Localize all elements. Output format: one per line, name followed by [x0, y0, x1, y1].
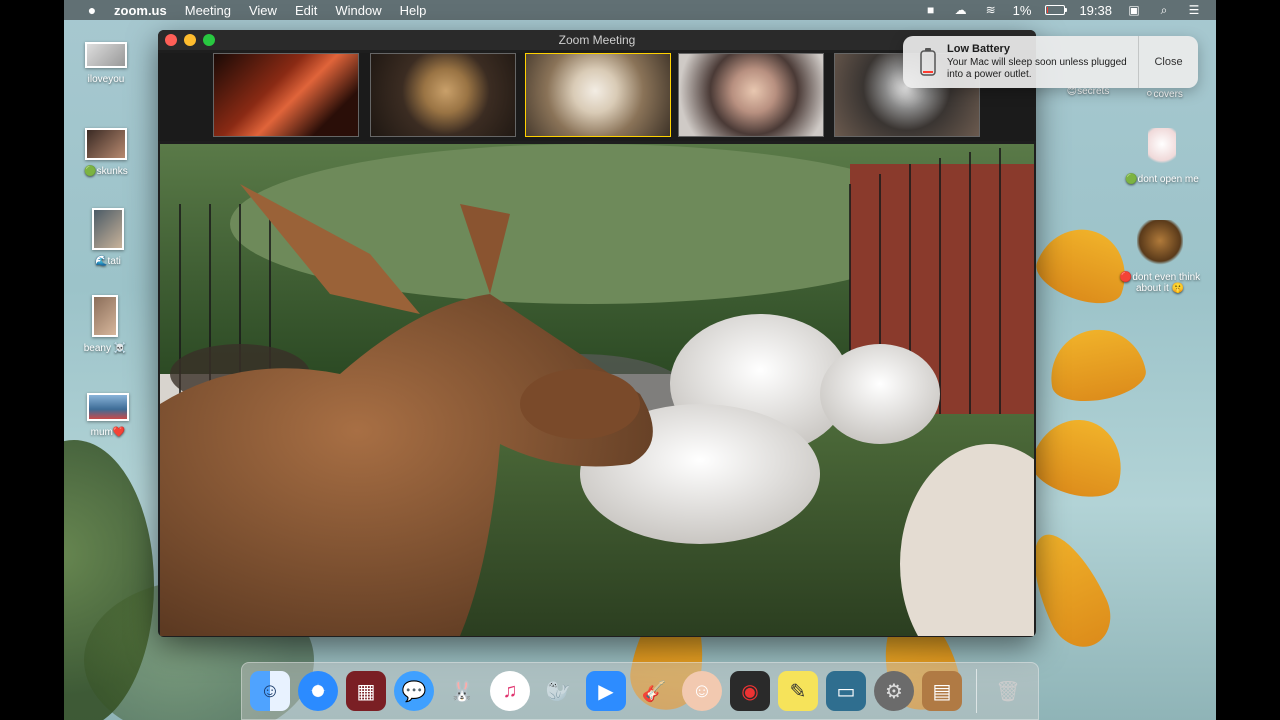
low-battery-icon — [913, 48, 943, 76]
messages-icon[interactable]: 💬 — [394, 671, 434, 711]
desktop-icon-mum[interactable]: mum❤️ — [66, 393, 150, 438]
photo-booth-mirror-icon[interactable]: ◉ — [730, 671, 770, 711]
control-list-icon[interactable]: ☰ — [1186, 3, 1202, 17]
participant-woman-tile[interactable] — [678, 53, 824, 137]
desktop-icon-label: dont open me — [1137, 174, 1199, 185]
desktop-icon-dont-open-me[interactable]: 🟢dont open me — [1120, 128, 1204, 185]
garageband-icon[interactable]: 🎸 — [634, 671, 674, 711]
window-zoom-button[interactable] — [203, 34, 215, 46]
photo-booth-icon[interactable]: ▦ — [346, 671, 386, 711]
stickies-icon[interactable]: ✎ — [778, 671, 818, 711]
battery-level-fill — [1047, 7, 1049, 13]
video-frame-dogs-playing — [160, 144, 1034, 636]
letterbox-left — [0, 0, 64, 720]
desktop-icon-label: covers — [1153, 89, 1183, 100]
sunflower-petal — [1043, 322, 1150, 408]
menu-help[interactable]: Help — [400, 3, 427, 18]
character-app-icon[interactable]: 🐰 — [442, 671, 482, 711]
notification-body: Your Mac will sleep soon unless plugged … — [947, 57, 1127, 80]
active-speaker-video[interactable] — [160, 144, 1034, 636]
desktop-icon-label: tati — [107, 256, 121, 267]
battery-vertical-glyph — [920, 48, 936, 76]
finder-icon[interactable]: ☺ — [250, 671, 290, 711]
avatar-app-icon[interactable]: ☺ — [682, 671, 722, 711]
low-battery-notification[interactable]: Low Battery Your Mac will sleep soon unl… — [903, 36, 1198, 88]
bunny-sticker-icon — [1148, 128, 1176, 168]
trash-icon[interactable]: 🗑 — [988, 671, 1028, 711]
notification-close-button[interactable]: Close — [1138, 36, 1198, 88]
desktop-icon-thumbnail — [92, 208, 124, 250]
desktop-icon-thumbnail — [85, 128, 127, 160]
itunes-icon[interactable]: ♫ — [490, 671, 530, 711]
safari-icon[interactable]: ✦ — [298, 671, 338, 711]
dock-separator — [976, 669, 977, 713]
desktop-icon-label: beany ☠️ — [83, 343, 127, 354]
menubar-clock[interactable]: 19:38 — [1079, 3, 1112, 18]
desktop-icon-prefix: 🟢 — [84, 166, 97, 177]
apple-logo-icon[interactable]: ● — [80, 2, 104, 18]
desktop-icon-thumbnail — [85, 42, 127, 68]
preview-icon[interactable]: ▭ — [826, 671, 866, 711]
spotlight-search-icon[interactable]: ⌕ — [1156, 3, 1172, 17]
battery-percent[interactable]: 1% — [1013, 3, 1032, 18]
dock: ☺ ✦ ▦ 💬 🐰 ♫ 🦭 ▶ 🎸 ☺ ◉ ✎ ▭ ⚙ ▤ 🗑 — [241, 662, 1039, 720]
desktop-icon-thumbnail — [92, 295, 118, 337]
zoom-icon[interactable]: ▶ — [586, 671, 626, 711]
sequel-pro-icon[interactable]: 🦭 — [538, 671, 578, 711]
window-close-button[interactable] — [165, 34, 177, 46]
desktop-icon-tati[interactable]: 🌊tati — [66, 208, 150, 267]
window-minimize-button[interactable] — [184, 34, 196, 46]
menu-view[interactable]: View — [249, 3, 277, 18]
screen-mirror-icon[interactable]: ▣ — [1126, 3, 1142, 17]
desktop-icon-prefix: 🔴 — [1119, 272, 1133, 283]
menu-window[interactable]: Window — [335, 3, 381, 18]
desktop-icon-dont-even-think-about-it[interactable]: 🔴dont even think about it 🤫 — [1114, 220, 1206, 294]
menu-edit[interactable]: Edit — [295, 3, 317, 18]
menu-meeting[interactable]: Meeting — [185, 3, 231, 18]
zoom-meeting-window: Zoom Meeting — [158, 30, 1036, 637]
desktop-icon-beany[interactable]: beany ☠️ — [63, 295, 147, 354]
desktop-icon-covers[interactable]: ⚪covers — [1122, 89, 1206, 100]
system-preferences-icon[interactable]: ⚙ — [874, 671, 914, 711]
desktop-icon-prefix: 🌊 — [95, 256, 108, 267]
participant-terrier-dog-tile[interactable] — [525, 53, 671, 137]
desktop-icon-prefix: 🟢 — [1125, 174, 1138, 185]
creative-cloud-icon[interactable]: ☁ — [953, 3, 969, 17]
desktop-icon-skunks[interactable]: 🟢skunks — [64, 128, 148, 177]
desktop-icon-label: dont even think about it 🤫 — [1132, 272, 1201, 294]
letterbox-right — [1216, 0, 1280, 720]
desktop-icon-label: iloveyou — [87, 74, 125, 85]
wifi-icon[interactable]: ≋ — [983, 3, 999, 17]
battery-icon[interactable] — [1045, 5, 1068, 15]
notification-text: Low Battery Your Mac will sleep soon unl… — [943, 43, 1138, 81]
menu-bar: ● zoom.us Meeting View Edit Window Help … — [64, 0, 1216, 20]
zoom-status-icon[interactable]: ■ — [923, 3, 939, 17]
desktop-icon-label: mum❤️ — [90, 427, 126, 438]
lion-sticker-icon — [1137, 220, 1183, 266]
sunflower-petal — [1025, 409, 1133, 506]
desktop-icon-label: skunks — [96, 166, 128, 177]
desktop-icon-iloveyou[interactable]: iloveyou — [64, 42, 148, 85]
participant-red-tile[interactable] — [213, 53, 359, 137]
participant-doodle-dog-tile[interactable] — [370, 53, 516, 137]
notification-title: Low Battery — [947, 43, 1010, 55]
menu-app-name[interactable]: zoom.us — [114, 3, 167, 18]
desktop-icon-thumbnail — [87, 393, 129, 421]
notebook-icon[interactable]: ▤ — [922, 671, 962, 711]
